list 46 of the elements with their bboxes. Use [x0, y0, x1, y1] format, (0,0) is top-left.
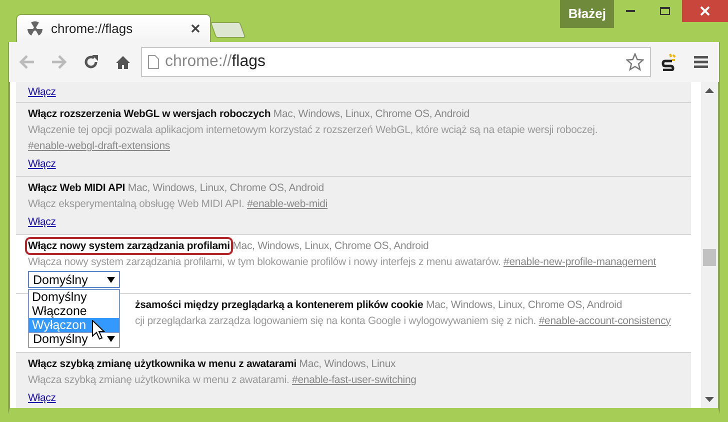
experiment-anchor-link[interactable]: #enable-new-profile-management	[504, 256, 656, 268]
enable-link[interactable]: Włącz	[28, 214, 56, 230]
dropdown-arrow-icon	[107, 276, 115, 282]
experiment-description: Włącza nowy system zarządzania profilami, w tym blokowanie profilów i nowy interfejs z menu awatarów.	[28, 256, 501, 268]
platforms-text: Mac, Windows, Linux, Chrome OS, Android	[426, 298, 622, 310]
experiment-description: Włącz eksperymentalną obsługę Web MIDI API.	[28, 198, 244, 210]
maximize-icon	[660, 7, 670, 15]
select-dropdown[interactable]: Domyślny	[28, 271, 120, 288]
experiment-title: Włącz Web MIDI API	[28, 182, 126, 194]
dropdown-arrow-icon	[107, 336, 115, 342]
enable-link[interactable]: Włącz	[28, 390, 56, 406]
dropdown-option[interactable]: Włączone	[29, 304, 119, 318]
experiment-description: Włącza szybką zmianę użytkownika w menu z awatarami.	[28, 374, 290, 386]
experiment-description: Włączenie tej opcji pozwala aplikacjom internetowym korzystać z rozszerzeń WebGL, które wciąż są na etapie wersji roboczej.	[28, 124, 598, 136]
close-button[interactable]	[682, 0, 728, 22]
back-arrow-icon	[19, 55, 35, 69]
menu-icon	[694, 56, 708, 68]
enable-link[interactable]: Włącz	[28, 84, 56, 100]
scroll-down-icon[interactable]	[705, 397, 714, 402]
user-name[interactable]: Błażej	[560, 0, 614, 28]
reload-icon	[83, 54, 99, 70]
enable-link[interactable]: Włącz	[28, 156, 56, 172]
address-bar[interactable]: chrome://flags	[141, 47, 651, 77]
experiment-anchor-link[interactable]: #enable-account-consistency	[538, 314, 671, 326]
forward-arrow-icon	[51, 55, 67, 69]
close-icon	[700, 6, 710, 16]
platforms-text: Mac, Windows, Linux, Chrome OS, Android	[232, 240, 429, 252]
page-icon	[148, 55, 159, 69]
minimize-icon	[626, 9, 636, 13]
home-icon	[115, 54, 131, 70]
scrollbar-thumb[interactable]	[703, 249, 716, 266]
scroll-up-icon[interactable]	[705, 88, 714, 93]
experiment-title: Włącz rozszerzenia WebGL w wersjach roboczych	[28, 108, 271, 120]
browser-tab[interactable]: chrome://flags	[16, 14, 211, 42]
platforms-text: Mac, Windows, Linux, Chrome OS, Android	[128, 182, 324, 194]
extension-icon	[661, 53, 677, 71]
platforms-text: Mac, Windows, Linux	[299, 358, 396, 370]
dropdown-option[interactable]: Domyślny	[29, 290, 119, 304]
experiment-title: Włącz szybką zmianę użytkownika w menu z awatarami	[28, 358, 297, 370]
experiment-title: żsamości między przeglądarką a kontenerem plików cookie	[135, 298, 424, 310]
experiment-description: cji przeglądarka zarządza logowaniem się na konta Google i wylogowywaniem się z nich.	[135, 314, 536, 326]
platforms-text: Mac, Windows, Linux, Chrome OS, Android	[273, 108, 470, 120]
experiment-title: Włącz nowy system zarządzania profilami	[28, 240, 230, 252]
tab-close-icon[interactable]	[191, 24, 200, 33]
radiation-icon	[27, 20, 43, 36]
bookmark-star-icon[interactable]	[626, 53, 644, 71]
